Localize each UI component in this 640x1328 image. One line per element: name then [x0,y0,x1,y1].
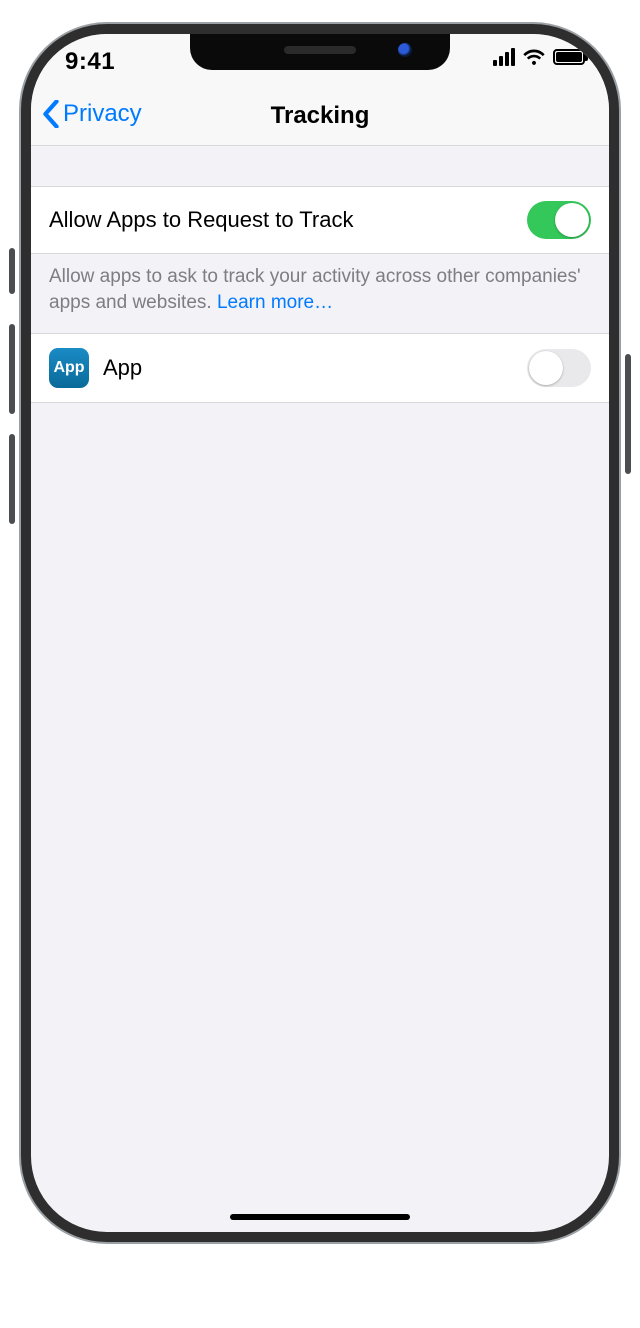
toggle-knob [529,351,563,385]
status-icons [493,48,585,66]
toggle-knob [555,203,589,237]
row-app-label: App [103,355,142,381]
learn-more-link[interactable]: Learn more… [217,292,333,313]
setting-group-allow-tracking: Allow Apps to Request to Track [31,186,609,254]
home-indicator[interactable] [230,1214,410,1220]
front-camera [398,43,412,57]
speaker-grille [284,46,356,54]
status-time: 9:41 [65,48,115,76]
side-button-silence [9,248,15,294]
battery-icon [553,49,585,65]
side-button-volume-down [9,434,15,524]
toggle-app[interactable] [527,349,591,387]
content: Allow Apps to Request to Track Allow app… [31,146,609,403]
notch [190,34,450,70]
phone-frame: 9:41 Privacy Tracking [21,24,619,1242]
app-icon: App [49,348,89,388]
cellular-icon [493,48,515,66]
setting-group-apps: App App [31,333,609,403]
toggle-allow-tracking[interactable] [527,201,591,239]
page-title: Tracking [31,102,609,130]
wifi-icon [523,48,545,66]
row-app[interactable]: App App [31,334,609,402]
section-footer: Allow apps to ask to track your activity… [31,254,609,333]
row-allow-tracking-label: Allow Apps to Request to Track [49,207,354,233]
navigation-bar: Privacy Tracking [31,90,609,146]
side-button-power [625,354,631,474]
row-allow-tracking[interactable]: Allow Apps to Request to Track [31,187,609,253]
side-button-volume-up [9,324,15,414]
